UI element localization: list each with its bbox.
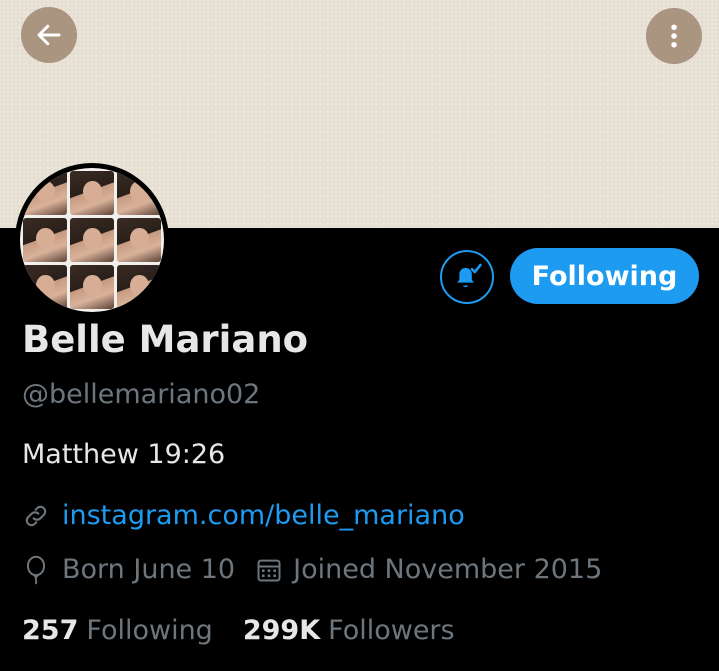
avatar[interactable] <box>15 163 169 317</box>
link-icon <box>22 502 50 530</box>
following-stat[interactable]: 257 Following <box>22 615 213 646</box>
profile-bio: Matthew 19:26 <box>22 439 226 470</box>
profile-link-row: instagram.com/belle_mariano <box>22 500 465 531</box>
following-label: Following <box>86 615 213 646</box>
profile-name: Belle Mariano <box>22 318 309 361</box>
profile-website-link[interactable]: instagram.com/belle_mariano <box>62 500 465 531</box>
followers-stat[interactable]: 299K Followers <box>243 615 455 646</box>
following-button[interactable]: Following <box>510 248 699 304</box>
followers-count: 299K <box>242 615 321 646</box>
bell-check-icon <box>450 260 484 294</box>
notifications-button[interactable] <box>440 250 494 304</box>
back-button[interactable] <box>21 7 77 63</box>
arrow-left-icon <box>34 20 64 50</box>
more-options-button[interactable] <box>646 8 702 64</box>
vertical-dots-icon <box>659 21 689 51</box>
profile-handle: @bellemariano02 <box>22 379 261 410</box>
calendar-icon <box>255 556 283 584</box>
followers-label: Followers <box>328 615 455 646</box>
following-count: 257 <box>22 615 79 646</box>
born-date: Born June 10 <box>62 554 236 585</box>
profile-meta-row: Born June 10 Joined November 2015 <box>22 554 602 585</box>
balloon-icon <box>22 555 50 585</box>
avatar-photo <box>20 168 164 312</box>
profile-stats: 257 Following 299K Followers <box>22 615 455 646</box>
joined-date: Joined November 2015 <box>293 554 603 585</box>
